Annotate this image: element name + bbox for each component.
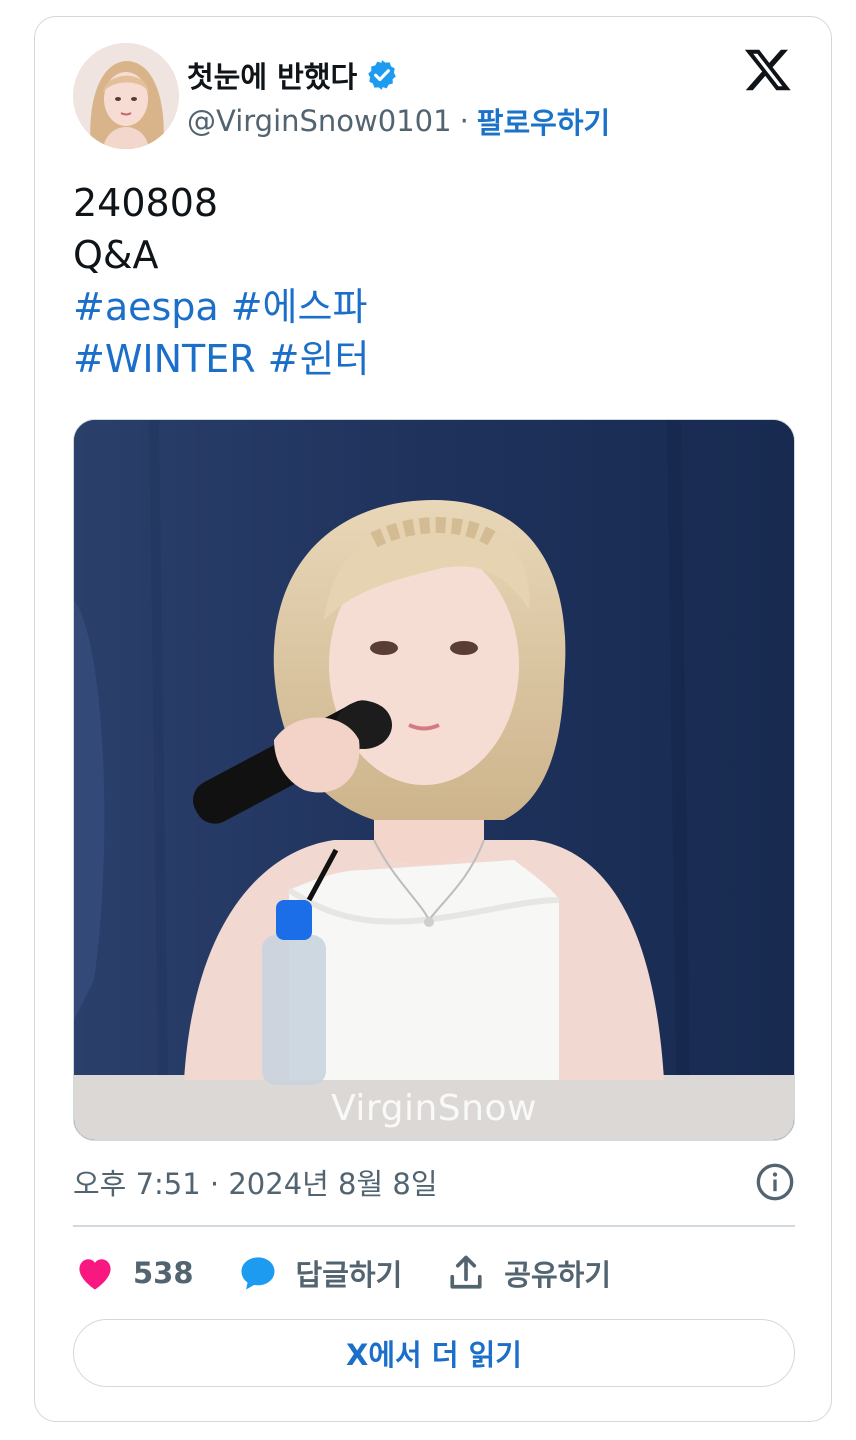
follow-link[interactable]: 팔로우하기 — [477, 100, 610, 142]
like-count: 538 — [133, 1256, 194, 1290]
author-name-row: 첫눈에 반했다 — [187, 55, 399, 95]
info-icon[interactable] — [755, 1162, 795, 1202]
hashtag-aespa[interactable]: #aespa — [73, 285, 219, 329]
hashtag-winter-korean[interactable]: #윈터 — [268, 337, 370, 381]
reply-label: 답글하기 — [295, 1258, 403, 1292]
tweet-line-date: 240808 — [73, 181, 219, 225]
share-icon — [450, 1255, 482, 1289]
tweet-photo[interactable]: VirginSnow — [73, 419, 795, 1141]
divider — [73, 1225, 795, 1227]
x-logo-link[interactable] — [743, 45, 793, 95]
reply-button[interactable]: 답글하기 — [236, 1251, 403, 1295]
action-bar: 538 답글하기 공유하기 — [73, 1247, 653, 1299]
tweet-embed-card: 첫눈에 반했다 @VirginSnow0101 · 팔로우하기 240808 Q… — [34, 16, 832, 1422]
share-label: 공유하기 — [504, 1258, 612, 1292]
author-avatar[interactable] — [73, 43, 179, 149]
tweet-timestamp[interactable]: 오후 7:51 · 2024년 8월 8일 — [73, 1161, 438, 1203]
hashtag-aespa-korean[interactable]: #에스파 — [231, 285, 368, 329]
hashtag-line-1: #aespa #에스파 — [73, 281, 793, 333]
author-display-name[interactable]: 첫눈에 반했다 — [187, 54, 357, 96]
share-button[interactable]: 공유하기 — [444, 1251, 611, 1295]
photo-image — [74, 420, 794, 1140]
hashtag-line-2: #WINTER #윈터 — [73, 333, 793, 385]
photo-watermark: VirginSnow — [331, 1088, 537, 1129]
author-handle-row: @VirginSnow0101 · 팔로우하기 — [187, 101, 610, 141]
tweet-meta-row: 오후 7:51 · 2024년 8월 8일 — [73, 1161, 795, 1203]
x-logo-icon — [744, 49, 791, 91]
heart-icon — [79, 1259, 111, 1290]
reply-bubble-icon — [241, 1257, 275, 1290]
read-more-on-x-button[interactable]: X에서 더 읽기 — [73, 1319, 795, 1387]
like-button[interactable]: 538 — [73, 1251, 194, 1295]
hashtag-winter[interactable]: #WINTER — [73, 337, 256, 381]
verified-badge-icon — [368, 60, 396, 90]
handle-separator: · — [459, 104, 469, 138]
avatar-image — [73, 43, 179, 149]
author-handle[interactable]: @VirginSnow0101 — [187, 104, 452, 138]
tweet-line-title: Q&A — [73, 233, 159, 277]
tweet-text: 240808 Q&A #aespa #에스파 #WINTER #윈터 — [73, 177, 793, 385]
